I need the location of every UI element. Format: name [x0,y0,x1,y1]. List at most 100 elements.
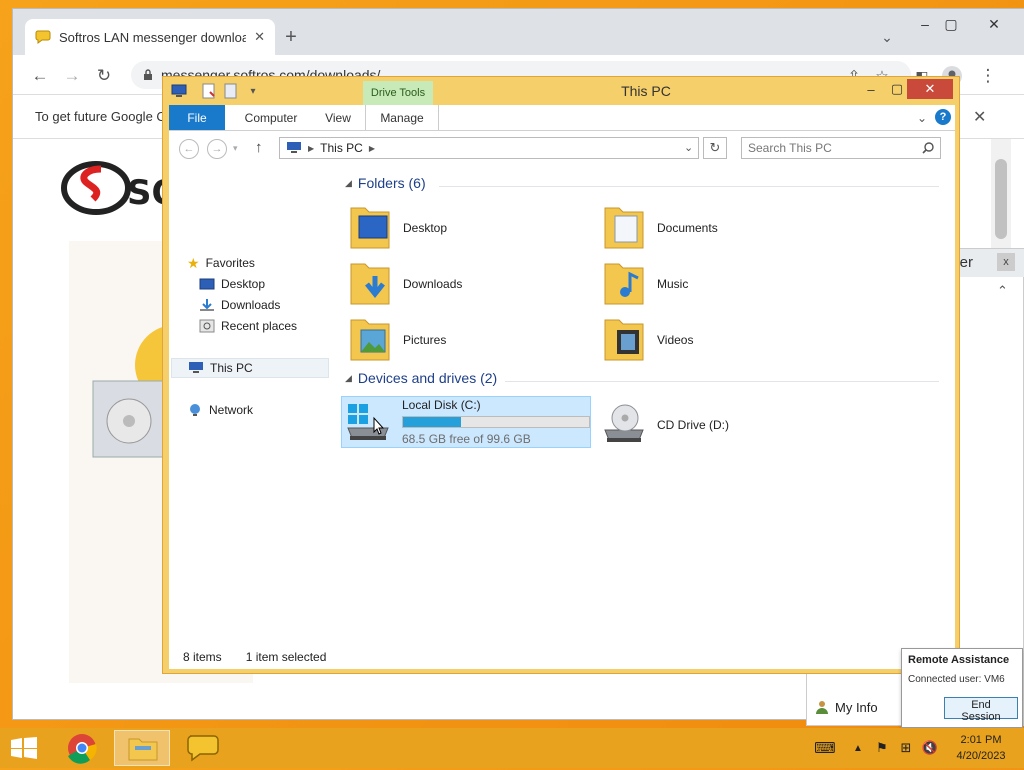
navigation-pane: ★ Favorites Desktop Downloads Recent pla… [169,165,333,645]
nav-desktop[interactable]: Desktop [199,274,329,294]
properties-icon[interactable] [201,83,217,99]
close-icon[interactable]: ✕ [969,13,1019,35]
taskbar-chrome[interactable] [54,730,110,766]
my-info-button[interactable]: My Info [815,699,878,715]
nav-this-pc[interactable]: This PC [171,358,329,378]
speech-bubble-favicon-icon [35,29,51,45]
volume-muted-icon[interactable]: 🔇 [920,738,940,758]
lan-close-icon[interactable]: x [997,253,1015,271]
folders-group-header[interactable]: ◢ Folders (6) [345,175,426,191]
my-info-label: My Info [835,699,878,715]
downloads-icon [199,298,215,312]
new-folder-icon[interactable] [223,83,239,99]
search-placeholder: Search This PC [748,141,832,155]
nav-this-pc-label: This PC [210,361,253,375]
taskbar-file-explorer[interactable] [114,730,170,766]
network-icon [187,403,203,417]
clock-date: 4/20/2023 [956,750,1006,762]
folder-documents[interactable]: Documents [601,199,821,255]
nav-favorites[interactable]: ★ Favorites [187,253,345,273]
forward-arrow-icon[interactable]: → [59,63,85,89]
folders-header-label: Folders (6) [357,175,426,191]
folder-music[interactable]: Music [601,255,821,311]
breadcrumb-chevron-icon[interactable]: ▶ [308,144,314,153]
minimize-icon[interactable]: – [857,79,885,99]
tab-manage[interactable]: Manage [365,105,439,130]
back-arrow-icon[interactable]: ← [179,139,199,159]
address-dropdown-icon[interactable]: ⌄ [684,141,693,154]
end-session-button[interactable]: End Session [944,697,1018,723]
up-arrow-icon[interactable]: ↑ [255,139,263,156]
recent-places-icon [199,319,215,333]
breadcrumb-this-pc[interactable]: This PC [320,141,363,155]
help-icon[interactable]: ? [935,109,951,125]
nav-downloads[interactable]: Downloads [199,295,329,315]
reload-icon[interactable]: ↻ [91,63,117,89]
window-title: This PC [621,83,671,99]
connected-user: Connected user: VM6 [908,674,1005,685]
tab-computer[interactable]: Computer [233,105,309,130]
show-hidden-icons-chevron-icon[interactable]: ▲ [848,738,868,758]
address-field[interactable]: ▶ This PC ▶ ⌄ [279,137,699,159]
drive-d[interactable]: CD Drive (D:) [601,396,821,452]
start-button[interactable] [10,737,38,762]
explorer-titlebar[interactable]: ▾ Drive Tools This PC – ▢ ✕ [163,77,959,105]
maximize-icon[interactable]: ▢ [933,13,969,35]
close-icon[interactable]: ✕ [907,79,953,99]
softros-logo-icon [61,161,131,215]
taskbar-lan-messenger[interactable] [174,730,230,766]
nav-favorites-label: Favorites [205,256,255,270]
desktop-folder-icon [350,207,390,249]
folder-downloads[interactable]: Downloads [347,255,567,311]
infobar-text: To get future Google C [35,109,166,124]
folder-pictures[interactable]: Pictures [347,311,567,367]
forward-arrow-icon[interactable]: → [207,139,227,159]
keyboard-icon[interactable]: ⌨ [810,738,840,758]
lock-icon [143,69,153,81]
divider [505,381,939,382]
system-clock[interactable]: 2:01 PM 4/20/2023 [944,732,1018,764]
breadcrumb-chevron-icon[interactable]: ▶ [369,144,375,153]
network-status-icon[interactable]: ⊞ [896,738,916,758]
refresh-icon[interactable]: ↻ [703,137,727,159]
nav-recent-places[interactable]: Recent places [199,316,329,336]
videos-folder-icon [604,319,644,361]
devices-header-label: Devices and drives (2) [357,370,498,386]
new-tab-icon[interactable]: + [279,25,303,49]
pc-icon [286,141,302,155]
collapse-chevron-icon[interactable]: ⌃ [997,283,1008,299]
folder-name: Videos [657,333,694,347]
ribbon-expand-chevron-icon[interactable]: ⌄ [913,109,931,127]
folder-videos[interactable]: Videos [601,311,821,367]
nav-desktop-label: Desktop [221,277,266,291]
kebab-menu-icon[interactable]: ⋮ [975,63,1001,89]
recent-dropdown-icon[interactable]: ▾ [233,143,238,154]
pc-icon [188,361,204,375]
search-input[interactable]: Search This PC [741,137,941,159]
back-arrow-icon[interactable]: ← [27,63,53,89]
divider [439,186,939,187]
documents-folder-icon [604,207,644,249]
status-selection: 1 item selected [245,650,327,664]
nav-recent-label: Recent places [221,319,298,333]
qa-dropdown-icon[interactable]: ▾ [245,83,261,99]
devices-group-header[interactable]: ◢ Devices and drives (2) [345,370,497,386]
file-explorer-icon [128,738,158,761]
explorer-window: ▾ Drive Tools This PC – ▢ ✕ File Compute… [162,76,960,674]
chevron-down-icon[interactable]: ⌄ [875,25,899,49]
folder-desktop[interactable]: Desktop [347,199,567,255]
tab-close-icon[interactable]: ✕ [254,29,265,45]
tab-file[interactable]: File [169,105,225,130]
nav-network[interactable]: Network [187,400,345,420]
action-center-flag-icon[interactable]: ⚑ [872,738,892,758]
pc-app-icon [171,83,187,99]
scrollbar-thumb[interactable] [995,159,1007,239]
infobar-close-icon[interactable]: ✕ [973,107,986,127]
drive-c[interactable]: Local Disk (C:) 68.5 GB free of 99.6 GB [341,396,591,448]
folder-name: Downloads [403,277,463,291]
downloads-folder-icon [350,263,390,305]
tab-view[interactable]: View [313,105,363,130]
browser-tab[interactable]: Softros LAN messenger downloa ✕ [25,19,275,55]
status-bar: 8 items 1 item selected [169,645,955,669]
collapse-triangle-icon: ◢ [345,372,352,383]
